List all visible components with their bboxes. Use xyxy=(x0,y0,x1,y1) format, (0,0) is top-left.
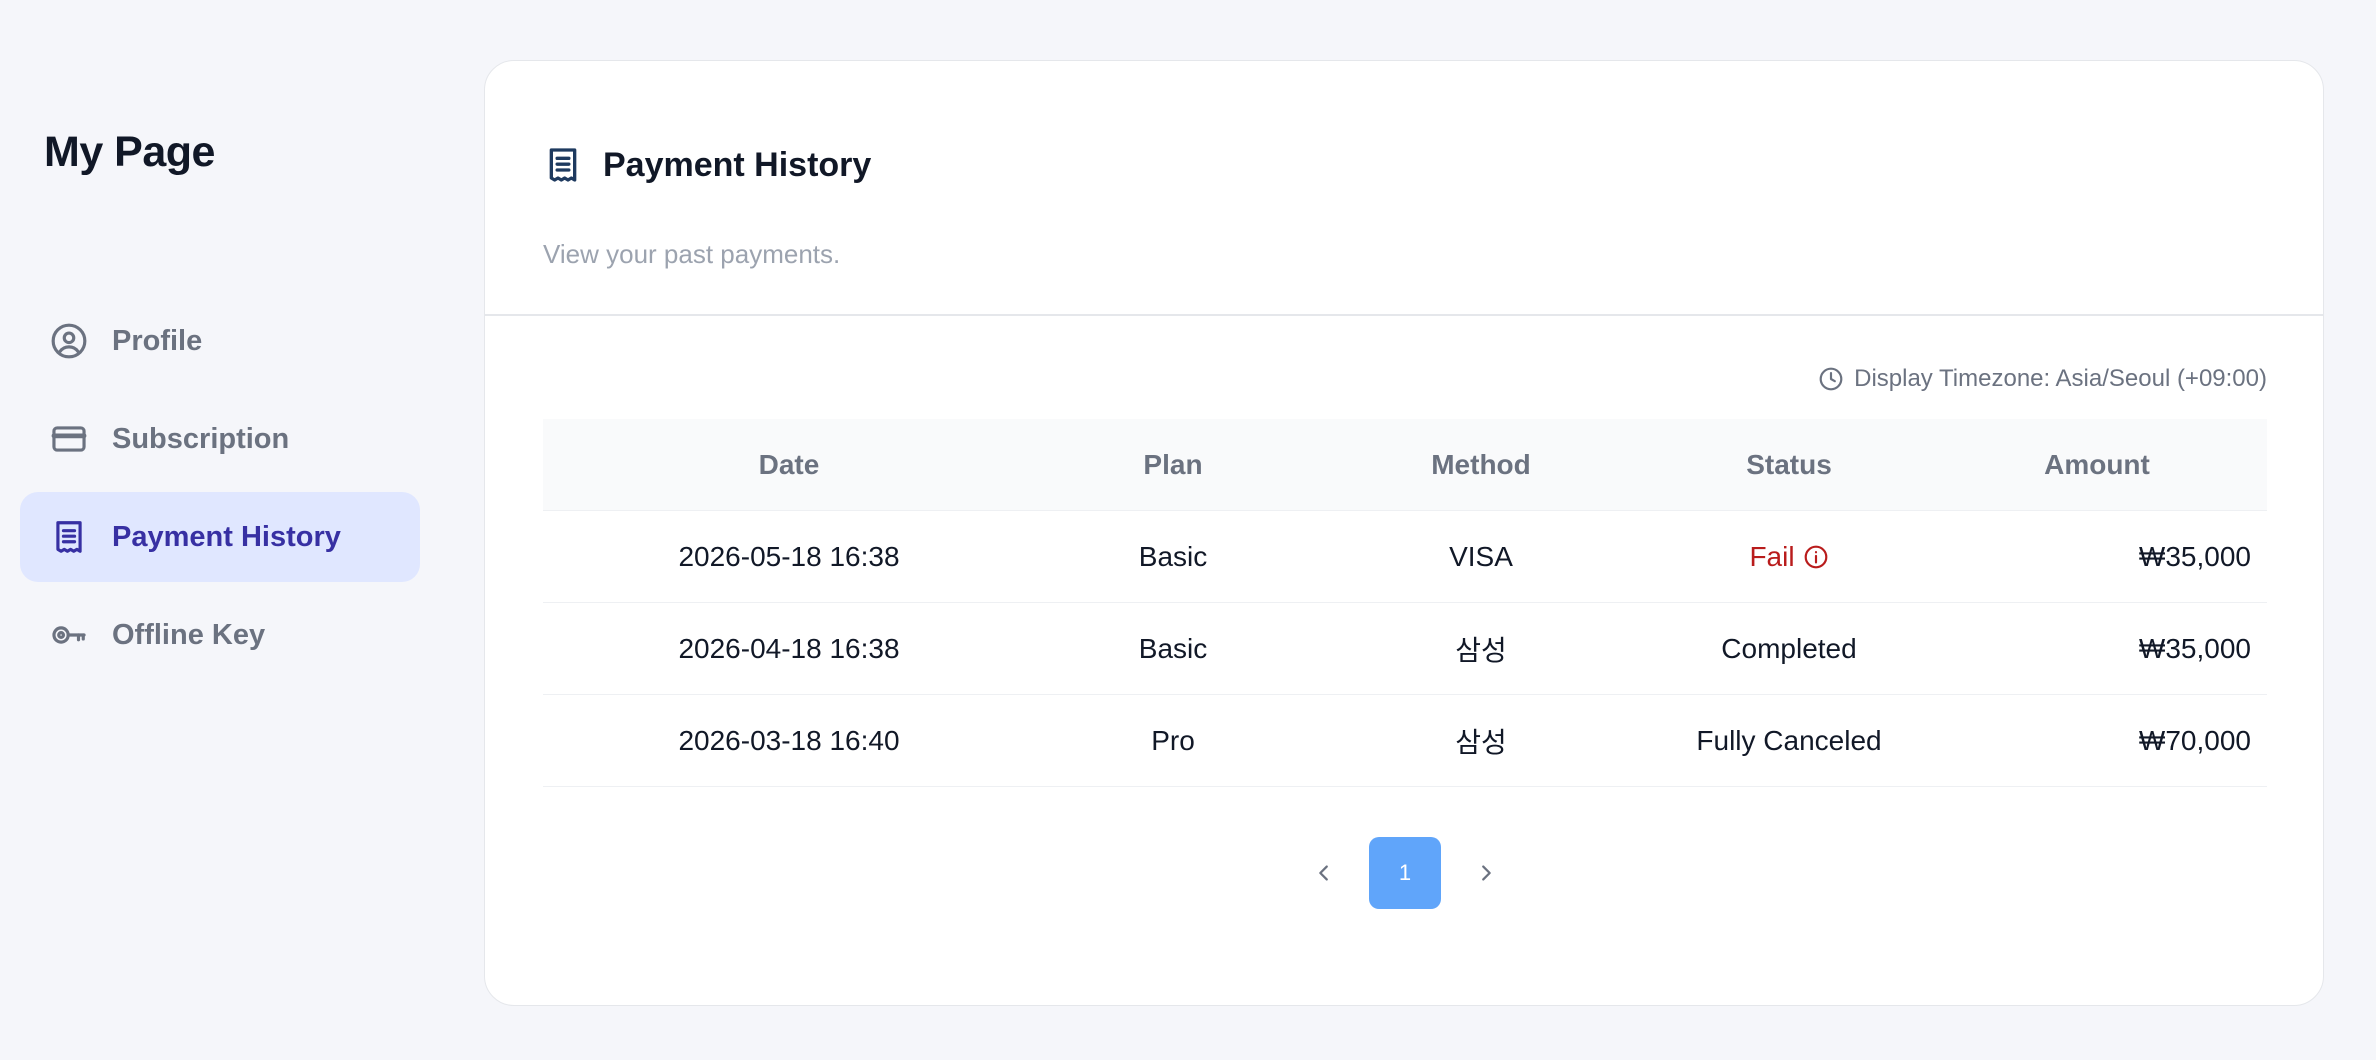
card-title-row: Payment History xyxy=(543,145,871,185)
cell-status: Completed xyxy=(1721,632,1857,664)
page-button-current[interactable]: 1 xyxy=(1369,837,1441,909)
column-header-method: Method xyxy=(1431,448,1531,480)
column-header-status: Status xyxy=(1746,448,1832,480)
column-header-amount: Amount xyxy=(2044,448,2150,480)
cell-plan: Pro xyxy=(1151,724,1195,756)
table-header: Date Plan Method Status Amount xyxy=(543,419,2267,511)
clock-icon xyxy=(1819,367,1843,391)
card-header: Payment History View your past payments. xyxy=(485,61,2323,316)
payment-history-card: Payment History View your past payments.… xyxy=(484,60,2324,1006)
page-title: My Page xyxy=(44,128,215,176)
receipt-icon xyxy=(549,148,577,182)
cell-status: Fully Canceled xyxy=(1696,724,1882,756)
sidebar-item-label: Offline Key xyxy=(112,618,266,651)
sidebar-item-subscription[interactable]: Subscription xyxy=(20,394,420,484)
cell-status: Fail xyxy=(1651,541,1927,573)
chevron-right-icon xyxy=(1482,865,1491,881)
card-title: Payment History xyxy=(603,145,872,184)
table-row: 2026-04-18 16:38 Basic 삼성 Completed ₩35,… xyxy=(543,603,2267,695)
sidebar: My Page Profile Subscription Payment His… xyxy=(0,0,440,1060)
cell-amount: ₩35,000 xyxy=(2138,632,2251,664)
pagination: 1 xyxy=(485,837,2325,909)
sidebar-nav: Profile Subscription Payment History Off… xyxy=(20,296,420,688)
column-header-date: Date xyxy=(758,448,820,480)
key-icon xyxy=(50,616,88,654)
sidebar-item-payment-history[interactable]: Payment History xyxy=(20,492,420,582)
cell-amount: ₩35,000 xyxy=(2138,540,2251,572)
table-row: 2026-05-18 16:38 Basic VISA Fail ₩35,000 xyxy=(543,511,2267,603)
status-fail: Fail xyxy=(1749,541,1828,573)
cell-method: VISA xyxy=(1449,540,1513,572)
sidebar-item-profile[interactable]: Profile xyxy=(20,296,420,386)
cell-plan: Basic xyxy=(1138,540,1208,572)
sidebar-item-label: Profile xyxy=(112,324,203,357)
receipt-icon xyxy=(50,518,88,556)
table-row: 2026-03-18 16:40 Pro 삼성 Fully Canceled ₩… xyxy=(543,695,2267,787)
status-text: Fail xyxy=(1749,540,1795,572)
cell-date: 2026-03-18 16:40 xyxy=(678,724,900,756)
column-header-plan: Plan xyxy=(1143,448,1203,480)
cell-method: 삼성 xyxy=(1455,726,1507,758)
cell-plan: Basic xyxy=(1138,632,1208,664)
card-subtitle: View your past payments. xyxy=(543,239,841,269)
cell-amount: ₩70,000 xyxy=(2138,724,2251,756)
cell-date: 2026-05-18 16:38 xyxy=(678,540,900,572)
prev-page-button[interactable] xyxy=(1299,837,1349,909)
cell-date: 2026-04-18 16:38 xyxy=(678,632,900,664)
chevron-left-icon xyxy=(1319,865,1328,881)
timezone-indicator: Display Timezone: Asia/Seoul (+09:00) xyxy=(1818,365,2267,393)
info-icon[interactable] xyxy=(1803,544,1829,570)
payment-table: Date Plan Method Status Amount 2026-05-1… xyxy=(543,419,2267,787)
sidebar-item-label: Subscription xyxy=(112,422,290,455)
next-page-button[interactable] xyxy=(1461,837,1511,909)
timezone-text: Display Timezone: Asia/Seoul (+09:00) xyxy=(1854,365,2267,392)
user-circle-icon xyxy=(50,322,88,360)
cell-method: 삼성 xyxy=(1455,634,1507,666)
credit-card-icon xyxy=(50,420,88,458)
sidebar-item-offline-key[interactable]: Offline Key xyxy=(20,590,420,680)
sidebar-item-label: Payment History xyxy=(112,520,341,553)
